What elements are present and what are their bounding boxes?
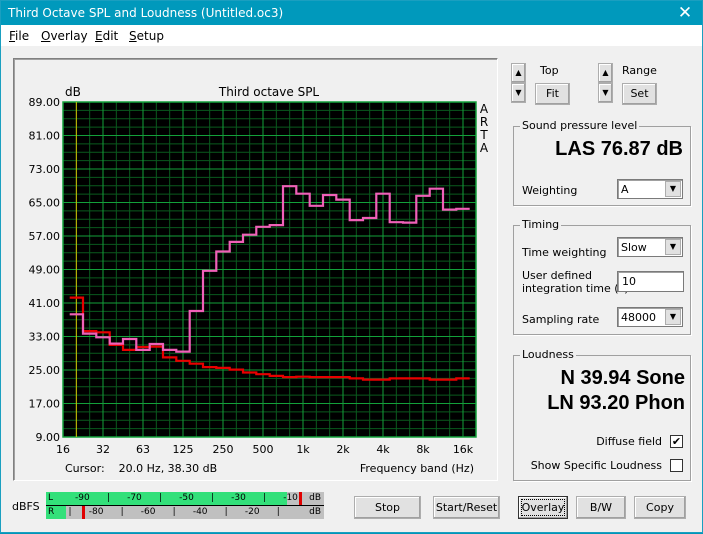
meter-tick-label: -90	[75, 493, 90, 503]
meter-tick-label: -50	[179, 493, 194, 503]
meter-tick-label: |	[210, 493, 215, 503]
integration-label-2: integration time (s)	[522, 282, 629, 295]
top-up-button[interactable]: ▲	[511, 63, 526, 83]
copy-button[interactable]: Copy	[634, 496, 686, 519]
menu-setup[interactable]: Setup	[129, 29, 164, 43]
channel-label-right: R	[48, 507, 55, 517]
meter-tick-label: |	[120, 507, 124, 517]
meter-tick-label: -60	[140, 507, 156, 517]
weighting-label: Weighting	[522, 184, 578, 197]
meter-tick-label: |	[276, 507, 280, 517]
meter-tick-label: -30	[231, 493, 246, 503]
meter-tick-label: -70	[127, 493, 142, 503]
peak-marker-left	[298, 492, 302, 505]
meter-tick-label: |	[158, 493, 162, 503]
bw-button[interactable]: B/W	[576, 496, 626, 519]
meter-tick-label: -80	[88, 507, 104, 517]
specific-loudness-label: Show Specific Loudness	[530, 459, 662, 472]
menu-file-rest: ile	[15, 29, 30, 43]
loudness-sone: N 39.94 Sone	[560, 367, 685, 389]
dbfs-label: dBFS	[12, 500, 40, 513]
meter-tick-label: |	[106, 493, 110, 503]
specific-loudness-checkbox[interactable]	[670, 459, 683, 472]
meter-tick-label: |	[172, 507, 176, 517]
loudness-phon: LN 93.20 Phon	[547, 392, 685, 414]
close-icon[interactable]: ✕	[668, 1, 702, 25]
diffuse-field-checkbox[interactable]: ✔	[670, 435, 683, 448]
chart-frame	[13, 58, 498, 481]
chevron-down-icon: ▼	[665, 309, 681, 325]
time-weighting-label: Time weighting	[522, 246, 607, 259]
integration-label-1: User defined	[522, 269, 592, 282]
meter-tick-label: -10	[283, 493, 298, 503]
time-weighting-select[interactable]: Slow ▼	[617, 237, 683, 257]
set-button[interactable]: Set	[622, 83, 657, 105]
sampling-rate-label: Sampling rate	[522, 313, 600, 326]
title-bar: Third Octave SPL and Loudness (Untitled.…	[1, 1, 702, 25]
level-meter-right: R dB | -80 | -60 | -40 | -20 |	[46, 506, 324, 519]
chevron-down-icon: ▼	[665, 181, 681, 197]
weighting-select[interactable]: A ▼	[617, 179, 683, 199]
start-reset-button[interactable]: Start/Reset	[433, 496, 500, 519]
stop-button[interactable]: Stop	[354, 496, 421, 519]
unit-label-left: dB	[309, 493, 321, 503]
menu-setup-rest: etup	[136, 29, 164, 43]
menu-edit-accel: E	[95, 29, 103, 43]
diffuse-field-label: Diffuse field	[596, 435, 662, 448]
menu-setup-accel: S	[129, 29, 137, 43]
meter-tick-label: |	[224, 507, 228, 517]
menu-file[interactable]: File	[9, 29, 29, 43]
overlay-button[interactable]: Overlay	[518, 496, 568, 519]
top-label: Top	[540, 64, 559, 77]
loudness-group-label: Loudness	[520, 348, 576, 361]
menu-edit[interactable]: Edit	[95, 29, 118, 43]
range-label: Range	[622, 64, 657, 77]
meter-tick-label: |	[263, 493, 267, 503]
sampling-rate-select[interactable]: 48000 ▼	[617, 307, 683, 327]
range-down-button[interactable]: ▼	[598, 83, 613, 103]
window-title: Third Octave SPL and Loudness (Untitled.…	[8, 6, 284, 20]
timing-group-label: Timing	[520, 218, 562, 231]
meter-tick-label: |	[68, 507, 72, 517]
peak-marker-right	[82, 506, 86, 519]
spl-group-label: Sound pressure level	[520, 119, 640, 132]
sampling-rate-value: 48000	[621, 311, 656, 324]
meter-tick-label: -20	[244, 507, 260, 517]
chevron-down-icon: ▼	[665, 239, 681, 255]
fit-button[interactable]: Fit	[535, 83, 570, 105]
menu-edit-rest: dit	[102, 29, 119, 43]
check-icon: ✔	[671, 435, 682, 448]
range-up-button[interactable]: ▲	[598, 63, 613, 83]
time-weighting-value: Slow	[621, 241, 647, 254]
menu-bar: File Overlay Edit Setup	[1, 25, 702, 46]
top-down-button[interactable]: ▼	[511, 83, 526, 103]
integration-time-input[interactable]	[618, 272, 683, 291]
meter-tick-label: -40	[192, 507, 208, 517]
app-window: Third Octave SPL and Loudness (Untitled.…	[0, 0, 703, 533]
unit-label-right: dB	[309, 507, 321, 517]
integration-time-field[interactable]	[617, 271, 684, 292]
spl-value: LAS 76.87 dB	[555, 138, 683, 160]
channel-label-left: L	[48, 493, 54, 503]
menu-overlay[interactable]: Overlay	[41, 29, 88, 43]
level-meter-left: L dB -90 | -70 | -50 | -30 | -10	[46, 492, 324, 505]
weighting-value: A	[621, 183, 629, 196]
menu-overlay-rest: verlay	[50, 29, 88, 43]
